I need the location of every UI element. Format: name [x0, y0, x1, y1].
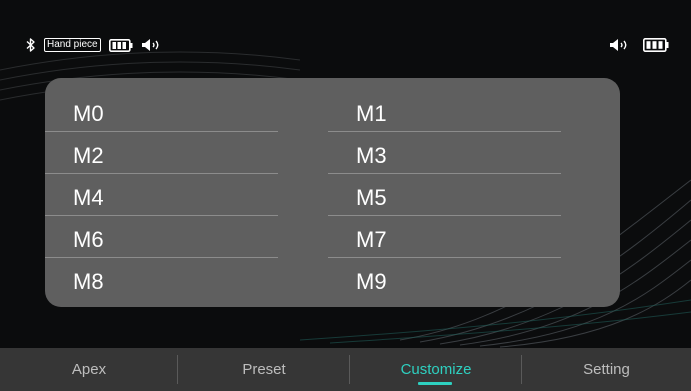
memory-slot-m4[interactable]: M4 [45, 180, 278, 216]
volume-icon [609, 38, 633, 52]
tab-label: Preset [242, 361, 286, 378]
status-bar-left: Hand piece [26, 36, 165, 54]
volume-icon [141, 38, 165, 52]
bottom-tab-bar: Apex Preset Customize Setting [0, 348, 691, 391]
memory-slot-m1[interactable]: M1 [328, 96, 561, 132]
active-tab-indicator [418, 382, 452, 385]
tab-setting[interactable]: Setting [522, 348, 691, 391]
tab-label: Customize [400, 361, 472, 378]
device-screen: Hand piece M0 M1 M2 M3 M4 M5 M6 M7 M8 M9… [0, 0, 691, 391]
memory-slot-m5[interactable]: M5 [328, 180, 561, 216]
memory-slot-panel: M0 M1 M2 M3 M4 M5 M6 M7 M8 M9 [45, 78, 620, 307]
memory-slot-m8[interactable]: M8 [45, 264, 278, 300]
tab-label: Apex [71, 361, 107, 378]
battery-icon [108, 38, 133, 52]
tab-customize[interactable]: Customize [350, 348, 522, 391]
bluetooth-icon [26, 38, 36, 52]
tab-label: Setting [583, 361, 630, 378]
memory-slot-m6[interactable]: M6 [45, 222, 278, 258]
status-bar-right [609, 36, 669, 54]
tab-apex[interactable]: Apex [0, 348, 178, 391]
memory-slot-m9[interactable]: M9 [328, 264, 561, 300]
tab-preset[interactable]: Preset [178, 348, 350, 391]
memory-slot-m3[interactable]: M3 [328, 138, 561, 174]
memory-slot-m2[interactable]: M2 [45, 138, 278, 174]
handpiece-badge: Hand piece [44, 38, 101, 52]
memory-slot-m0[interactable]: M0 [45, 96, 278, 132]
memory-slot-m7[interactable]: M7 [328, 222, 561, 258]
battery-icon [643, 38, 669, 52]
